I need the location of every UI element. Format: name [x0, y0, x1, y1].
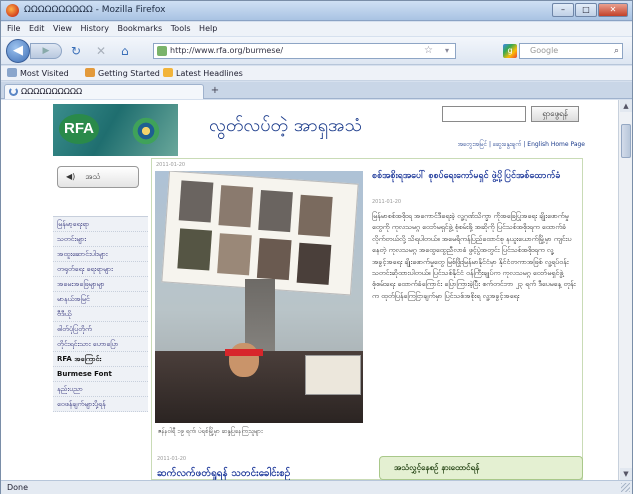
- search-input[interactable]: Google ⌕: [519, 43, 623, 59]
- firefox-icon: [6, 4, 19, 17]
- status-bar: Done: [1, 480, 632, 494]
- sidebar-item[interactable]: မာနယ်အမြင်: [53, 292, 148, 307]
- sidebar-item[interactable]: အမေးအဖြေမျာမျာ: [53, 277, 148, 292]
- sidebar-item[interactable]: တရုတ်ရေး ရေးရာများ: [53, 262, 148, 277]
- tab-bar: ΩΩΩΩΩΩΩΩΩΩ +: [1, 82, 632, 99]
- bookmark-icon: [7, 68, 17, 77]
- stop-icon[interactable]: ✕: [96, 44, 106, 58]
- resize-grip-icon[interactable]: [621, 483, 630, 492]
- sidebar-item[interactable]: ဓါတ်ပုံပြတိုက်: [53, 322, 148, 337]
- menu-bookmarks[interactable]: Bookmarks: [118, 22, 163, 36]
- site-search-input[interactable]: [442, 106, 526, 122]
- header-links[interactable]: အတွေးအမြင် | ဆွေးနွေးချက် | English Home…: [405, 140, 585, 149]
- browser-window: ΩΩΩΩΩΩΩΩΩΩ - Mozilla Firefox – □ ✕ File …: [0, 0, 633, 494]
- rss-icon: [163, 68, 173, 77]
- sidebar-item[interactable]: သတင်းများ: [53, 232, 148, 247]
- sidebar-item[interactable]: RFA အကြောင်း: [53, 352, 148, 367]
- reload-icon[interactable]: ↻: [71, 44, 81, 58]
- placard-photo: [256, 237, 292, 281]
- title-bar: ΩΩΩΩΩΩΩΩΩΩ - Mozilla Firefox – □ ✕: [1, 1, 632, 21]
- feature-body: မြန်မာစစ်အစိုးရ အကောင်ဒီရေးခဲ့ လူ့ဂုဏ်သိ…: [372, 212, 576, 300]
- site-search-button[interactable]: ရှာဖွေရန်: [531, 106, 579, 122]
- menu-help[interactable]: Help: [199, 22, 217, 36]
- peacock-feather-image: [121, 110, 171, 152]
- feature-date: 2011-01-20: [156, 162, 186, 168]
- bottom-row: 2011-01-20 ဆက်လက်ဖတ်ရှုရန် သတင်းခေါင်းစဉ…: [151, 454, 583, 480]
- bookmark-most-visited[interactable]: Most Visited: [7, 66, 69, 81]
- tab-current[interactable]: ΩΩΩΩΩΩΩΩΩΩ: [4, 84, 204, 99]
- close-button[interactable]: ✕: [598, 3, 628, 17]
- url-input[interactable]: http://www.rfa.org/burmese/ ☆ ▾: [153, 43, 456, 59]
- feature-date-2: 2011-01-20: [372, 199, 402, 205]
- menu-view[interactable]: View: [53, 22, 72, 36]
- menu-edit[interactable]: Edit: [29, 22, 45, 36]
- google-icon[interactable]: g: [503, 44, 517, 58]
- menu-file[interactable]: File: [7, 22, 20, 36]
- bookmark-star-icon[interactable]: ☆: [424, 44, 433, 58]
- site-title: လွတ်လပ်တဲ့ အာရှအသံ: [209, 115, 362, 136]
- speaker-icon: ◀): [66, 172, 76, 181]
- bottom-date: 2011-01-20: [157, 456, 187, 462]
- forward-button[interactable]: ▶: [30, 43, 62, 59]
- page-content: RFA လွတ်လပ်တဲ့ အာရှအသံ ရှာဖွေရန် အတွေးအမ…: [1, 100, 618, 480]
- audio-button[interactable]: ◀) အသံ: [57, 166, 139, 188]
- maximize-button[interactable]: □: [575, 3, 597, 17]
- photo-caption: ဇန်နဝါရီ ၁၉ ရက်၊ ပဲရစ်မြို့မှာ ဆန္ဒပြနေက…: [158, 428, 263, 435]
- listen-live-box[interactable]: အသံလွှင့်နေစဉ် နားထောင်ရန်: [379, 456, 583, 480]
- window-title: ΩΩΩΩΩΩΩΩΩΩ - Mozilla Firefox: [24, 5, 166, 15]
- search-placeholder: Google: [530, 46, 559, 55]
- search-icon[interactable]: ⌕: [614, 44, 619, 58]
- url-dropdown-icon[interactable]: ▾: [445, 44, 449, 58]
- placard-photo: [218, 185, 254, 228]
- status-text: Done: [7, 483, 29, 492]
- sidebar-item[interactable]: ဝေဖန်ချက်များပို့ရန်: [53, 397, 148, 412]
- scroll-thumb[interactable]: [621, 124, 631, 158]
- navigation-toolbar: ◀ ▶ ↻ ✕ ⌂ http://www.rfa.org/burmese/ ☆ …: [1, 37, 632, 65]
- back-button[interactable]: ◀: [6, 39, 30, 63]
- rfa-logo-text: RFA: [59, 114, 99, 144]
- vertical-scrollbar[interactable]: ▲ ▼: [618, 100, 632, 480]
- minimize-button[interactable]: –: [552, 3, 574, 17]
- site-favicon: [157, 46, 167, 56]
- bookmark-getting-started[interactable]: Getting Started: [85, 66, 160, 81]
- placard-photo: [296, 242, 332, 285]
- sidebar-item[interactable]: မြန်မာ့ရေးရာ: [53, 217, 148, 232]
- bookmark-latest-headlines[interactable]: Latest Headlines: [163, 66, 243, 81]
- bottom-headline[interactable]: ဆက်လက်ဖတ်ရှုရန် သတင်းခေါင်းစဉ်: [157, 466, 290, 480]
- scroll-down-icon[interactable]: ▼: [620, 468, 632, 480]
- bookmarks-toolbar: Most Visited Getting Started Latest Head…: [1, 66, 632, 81]
- sidebar-item[interactable]: အထူးဆောင်းပါးများ: [53, 247, 148, 262]
- second-sign: [305, 355, 361, 395]
- url-text: http://www.rfa.org/burmese/: [170, 46, 284, 55]
- tab-label: ΩΩΩΩΩΩΩΩΩΩ: [21, 87, 83, 96]
- scroll-up-icon[interactable]: ▲: [620, 100, 632, 112]
- bookmark-icon: [85, 68, 95, 77]
- new-tab-button[interactable]: +: [207, 85, 223, 98]
- rfa-logo[interactable]: RFA: [53, 104, 178, 156]
- sidebar-item[interactable]: တိုင်းရင်းသား ဟောပြော: [53, 337, 148, 352]
- protest-photo[interactable]: [155, 171, 363, 423]
- placard-photo: [217, 233, 252, 276]
- loading-spinner-icon: [9, 87, 18, 96]
- sidebar-item[interactable]: ဗီဒီယို: [53, 307, 148, 322]
- feature-story: 2011-01-20 ဇန်နဝါရီ ၁၉ ရက်၊ ပဲရစ်မြို့မှ…: [151, 158, 583, 480]
- sidebar-item[interactable]: Burmese Font: [53, 367, 148, 382]
- menu-bar: File Edit View History Bookmarks Tools H…: [1, 22, 632, 36]
- site-header: RFA လွတ်လပ်တဲ့ အာရှအသံ ရှာဖွေရန် အတွေးအမ…: [53, 100, 585, 158]
- placard-photo: [178, 180, 214, 223]
- sidebar-item[interactable]: နည်းပညာ: [53, 382, 148, 397]
- feature-headline[interactable]: စစ်အစိုးရအပေါ် စုစပ်ရေးကော်မရှင် ဖွဲ့ပို…: [372, 169, 572, 183]
- menu-tools[interactable]: Tools: [171, 22, 191, 36]
- audio-label: အသံ: [85, 172, 101, 181]
- left-sidebar: ◀) အသံ မြန်မာ့ရေးရာ သတင်းများ အထူးဆောင်းပါး…: [53, 158, 148, 480]
- home-icon[interactable]: ⌂: [121, 44, 129, 58]
- placard-photo: [177, 228, 213, 271]
- menu-history[interactable]: History: [81, 22, 109, 36]
- sidebar-nav: မြန်မာ့ရေးရာ သတင်းများ အထူးဆောင်းပါးများ တရ…: [53, 216, 148, 412]
- placard-image: [161, 171, 359, 296]
- red-headband: [225, 349, 263, 356]
- placard-photo: [297, 194, 333, 237]
- placard-photo: [258, 189, 293, 233]
